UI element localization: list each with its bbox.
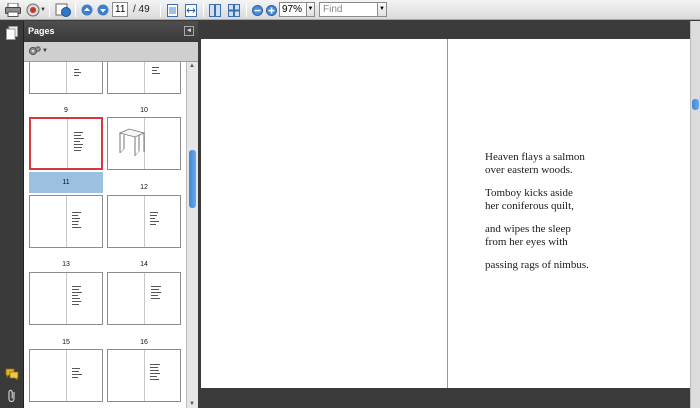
scroll-down-icon[interactable]: ▼ xyxy=(189,401,195,407)
page-number-label: 12 xyxy=(140,184,148,191)
stool-illustration xyxy=(118,128,146,157)
poem-text: Heaven flays a salmon over eastern woods… xyxy=(485,151,589,283)
panel-options-bar: ▼ xyxy=(24,42,198,62)
stanza: and wipes the sleep from her eyes with xyxy=(485,223,589,248)
toolbar-divider xyxy=(246,3,247,17)
next-page-icon[interactable] xyxy=(96,2,110,18)
pdf-viewer-window: ▼ 11 / 49 97% ▼ Find ▼ Pages ◂ ▼ 9 10 11… xyxy=(0,0,700,408)
toolbar-divider xyxy=(160,3,161,17)
toolbar-divider xyxy=(203,3,204,17)
two-page-spread: Heaven flays a salmon over eastern woods… xyxy=(201,39,690,388)
document-scrollbar[interactable] xyxy=(690,21,700,408)
comment-tools-icon[interactable] xyxy=(54,2,72,18)
page-spine xyxy=(144,350,145,401)
thumbnail-text-lines xyxy=(152,67,164,76)
single-page-view-icon[interactable] xyxy=(208,2,222,18)
toolbar-divider xyxy=(49,3,50,17)
find-dropdown-button[interactable]: ▼ xyxy=(377,2,387,17)
page-number-label: 15 xyxy=(62,339,70,346)
thumbnail-text-lines xyxy=(72,286,84,307)
page-spine xyxy=(66,196,67,247)
page-total-label: / 49 xyxy=(133,4,150,15)
thumbnail-text-lines xyxy=(72,368,84,380)
page-gutter xyxy=(447,39,448,388)
navigation-rail xyxy=(0,21,24,408)
page-thumbnail[interactable] xyxy=(107,272,181,325)
page-thumbnail[interactable] xyxy=(29,272,103,325)
page-number-label-selected: 11 xyxy=(29,172,103,193)
share-icon[interactable]: ▼ xyxy=(25,2,47,18)
thumbnail-text-lines xyxy=(150,364,162,382)
page-spine xyxy=(66,273,67,324)
page-thumbnail[interactable] xyxy=(29,349,103,402)
thumbnail-text-lines xyxy=(151,286,163,301)
two-page-view-icon[interactable] xyxy=(227,2,241,18)
page-spine xyxy=(144,196,145,247)
page-thumbnail[interactable] xyxy=(29,195,103,248)
chevron-down-icon: ▼ xyxy=(42,48,48,54)
page-spine xyxy=(144,273,145,324)
thumbnail-text-lines xyxy=(74,69,86,78)
chevron-down-icon: ▼ xyxy=(40,7,46,13)
page-thumbnail[interactable] xyxy=(107,117,181,170)
stanza: Heaven flays a salmon over eastern woods… xyxy=(485,151,589,176)
poem-line: passing rags of nimbus. xyxy=(485,259,589,271)
print-icon[interactable] xyxy=(4,2,22,18)
options-button[interactable]: ▼ xyxy=(28,45,48,57)
zoom-out-icon[interactable] xyxy=(251,2,263,18)
pages-panel-icon[interactable] xyxy=(3,24,21,42)
poem-line: and wipes the sleep xyxy=(485,223,571,235)
collapse-panel-button[interactable]: ◂ xyxy=(184,26,194,36)
thumbnail-list[interactable]: 9 10 11 12 13 14 15 16 xyxy=(24,62,186,408)
scroll-thumb[interactable] xyxy=(692,99,699,110)
poem-line: over eastern woods. xyxy=(485,163,573,176)
poem-line: from her eyes with xyxy=(485,235,568,248)
page-spine xyxy=(144,62,145,93)
previous-page-icon[interactable] xyxy=(80,2,94,18)
scroll-thumb[interactable] xyxy=(189,150,196,208)
fit-width-icon[interactable] xyxy=(184,2,198,18)
poem-line: Heaven flays a salmon xyxy=(485,151,585,163)
thumbnail-scrollbar[interactable]: ▲ ▼ xyxy=(186,62,198,408)
poem-line: Tomboy kicks aside xyxy=(485,187,573,199)
toolbar-divider xyxy=(75,3,76,17)
chevron-down-icon: ▼ xyxy=(379,6,385,12)
stanza: passing rags of nimbus. xyxy=(485,259,589,272)
page-spine xyxy=(67,119,68,168)
poem-line: her coniferous quilt, xyxy=(485,199,574,212)
fit-page-icon[interactable] xyxy=(165,2,179,18)
page-spine xyxy=(66,350,67,401)
panel-title: Pages xyxy=(28,26,55,36)
page-number-input[interactable]: 11 xyxy=(112,2,128,17)
pages-panel: Pages ◂ ▼ 9 10 11 12 13 14 15 16 ▲ ▼ xyxy=(24,21,198,408)
zoom-dropdown-button[interactable]: ▼ xyxy=(306,2,315,17)
page-number-label: 10 xyxy=(140,107,148,114)
page-number-label: 14 xyxy=(140,261,148,268)
page-number-label: 16 xyxy=(140,339,148,346)
main-toolbar: ▼ 11 / 49 97% ▼ Find ▼ xyxy=(0,0,700,20)
attachments-icon[interactable] xyxy=(3,387,21,405)
stanza: Tomboy kicks aside her coniferous quilt, xyxy=(485,187,589,212)
page-thumbnail[interactable] xyxy=(107,62,181,94)
zoom-in-icon[interactable] xyxy=(265,2,277,18)
thumbnail-text-lines xyxy=(72,212,84,230)
thumbnail-text-lines xyxy=(150,212,162,227)
gear-icon xyxy=(28,46,41,56)
comments-icon[interactable] xyxy=(3,365,21,383)
chevron-down-icon: ▼ xyxy=(307,6,314,12)
page-spine xyxy=(66,62,67,93)
document-viewport[interactable]: Heaven flays a salmon over eastern woods… xyxy=(200,21,690,408)
page-number-label: 13 xyxy=(62,261,70,268)
page-number-label: 9 xyxy=(64,107,68,114)
page-thumbnail[interactable] xyxy=(29,62,103,94)
scroll-up-icon[interactable]: ▲ xyxy=(189,63,195,69)
page-thumbnail[interactable] xyxy=(107,195,181,248)
thumbnail-text-lines xyxy=(74,132,86,153)
page-thumbnail-selected[interactable] xyxy=(29,117,103,170)
panel-header: Pages ◂ xyxy=(24,21,198,42)
page-thumbnail[interactable] xyxy=(107,349,181,402)
